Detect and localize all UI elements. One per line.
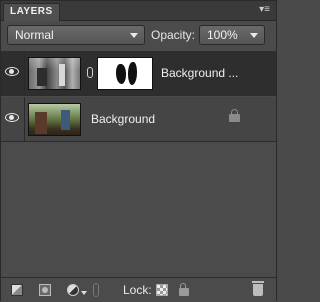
layer-row[interactable]: Background ... bbox=[1, 51, 276, 96]
chevron-down-icon bbox=[250, 33, 258, 38]
lock-all-icon[interactable] bbox=[179, 283, 189, 296]
panel-header: LAYERS ▾≡ bbox=[1, 1, 276, 21]
layer-thumbnail bbox=[28, 57, 81, 90]
mask-link-icon[interactable] bbox=[87, 67, 93, 78]
layer-row[interactable]: Background bbox=[1, 97, 276, 142]
chevron-down-icon bbox=[130, 33, 138, 38]
panel-footer: Lock: bbox=[1, 277, 276, 302]
lock-icon bbox=[229, 109, 240, 122]
link-layers-icon[interactable] bbox=[93, 283, 99, 297]
blend-opacity-row: Normal Opacity: 100% bbox=[1, 21, 276, 47]
visibility-toggle[interactable] bbox=[1, 97, 25, 141]
eye-icon bbox=[5, 67, 19, 76]
opacity-label: Opacity: bbox=[151, 28, 196, 42]
lock-label: Lock: bbox=[123, 283, 152, 297]
lock-transparency-icon[interactable] bbox=[156, 284, 168, 296]
blend-mode-select[interactable]: Normal bbox=[7, 25, 145, 45]
layer-mask-thumbnail[interactable] bbox=[97, 57, 153, 90]
layer-name[interactable]: Background ... bbox=[161, 66, 238, 80]
layer-mask-icon[interactable] bbox=[39, 284, 51, 296]
mask-shape bbox=[128, 62, 137, 85]
adjustment-layer-icon[interactable] bbox=[67, 284, 79, 296]
layers-list: Background ... Background bbox=[1, 51, 276, 277]
trash-icon[interactable] bbox=[252, 281, 264, 296]
visibility-toggle[interactable] bbox=[1, 51, 25, 95]
layer-name[interactable]: Background bbox=[91, 112, 155, 126]
chevron-down-icon[interactable] bbox=[81, 291, 87, 295]
opacity-value: 100% bbox=[207, 28, 238, 42]
layer-thumbnail bbox=[28, 103, 81, 136]
layers-tab[interactable]: LAYERS bbox=[3, 3, 60, 21]
new-layer-icon[interactable] bbox=[11, 284, 23, 296]
blend-mode-value: Normal bbox=[15, 28, 54, 42]
layers-panel: LAYERS ▾≡ Normal Opacity: 100% Backgroun… bbox=[0, 0, 277, 302]
mask-shape bbox=[116, 64, 126, 84]
panel-menu-icon[interactable]: ▾≡ bbox=[259, 4, 270, 16]
eye-icon bbox=[5, 113, 19, 122]
opacity-select[interactable]: 100% bbox=[199, 25, 265, 45]
